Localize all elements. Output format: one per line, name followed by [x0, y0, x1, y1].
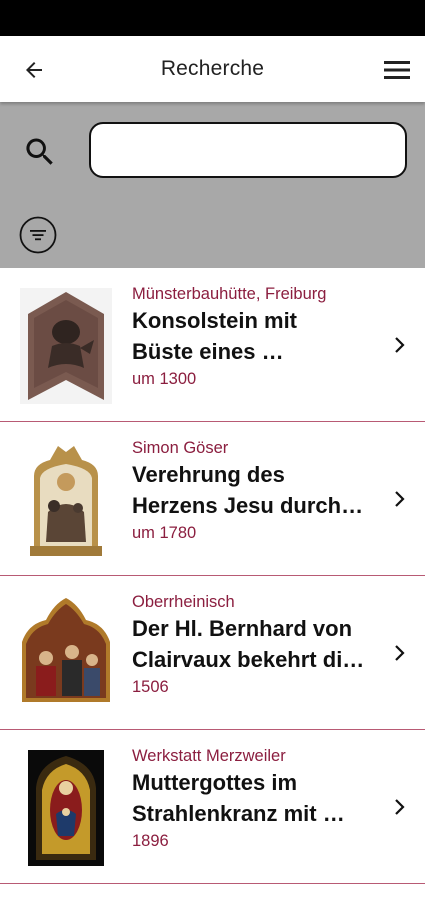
artwork-thumbnail: [20, 750, 112, 866]
chevron-right-icon: [389, 643, 409, 663]
chevron-right-icon: [389, 335, 409, 355]
list-item[interactable]: Münsterbauhütte, Freiburg Konsolstein mi…: [0, 268, 425, 422]
arrow-back-icon[interactable]: [18, 54, 50, 86]
artwork-title: Verehrung des Herzens Jesu durch…: [132, 459, 382, 521]
hamburger-menu-icon[interactable]: [383, 56, 411, 84]
date-label: 1506: [132, 678, 169, 696]
artwork-thumbnail: [20, 288, 112, 404]
artwork-title-line: Herzens Jesu durch…: [132, 493, 364, 518]
artwork-title: Konsolstein mit Büste eines …: [132, 305, 382, 367]
page-title: Recherche: [160, 57, 265, 80]
filter-icon[interactable]: [19, 216, 57, 254]
list-item[interactable]: Simon Göser Verehrung des Herzens Jesu d…: [0, 422, 425, 576]
artist-label: Simon Göser: [132, 439, 229, 457]
artwork-title-line: Verehrung des: [132, 462, 285, 487]
artwork-title-line: Muttergottes im: [132, 770, 297, 795]
search-input[interactable]: [89, 122, 407, 178]
list-item[interactable]: Oberrheinisch Der Hl. Bernhard von Clair…: [0, 576, 425, 730]
status-bar: [0, 0, 425, 36]
chevron-right-icon: [389, 489, 409, 509]
artist-label: Oberrheinisch: [132, 593, 235, 611]
artwork-title-line: Der Hl. Bernhard von: [132, 616, 353, 641]
date-label: 1896: [132, 832, 169, 850]
search-icon[interactable]: [22, 134, 58, 170]
date-label: um 1780: [132, 524, 197, 542]
artwork-title-line: Büste eines …: [132, 339, 284, 364]
artwork-title-line: Clairvaux bekehrt di…: [132, 647, 365, 672]
artwork-title: Der Hl. Bernhard von Clairvaux bekehrt d…: [132, 613, 382, 675]
artwork-thumbnail: [20, 442, 112, 558]
artwork-title-line: Konsolstein mit: [132, 308, 298, 333]
app-bar: Recherche: [0, 36, 425, 102]
artist-label: Münsterbauhütte, Freiburg: [132, 285, 327, 303]
chevron-right-icon: [389, 797, 409, 817]
artwork-title: Muttergottes im Strahlenkranz mit …: [132, 767, 382, 829]
artist-label: Werkstatt Merzweiler: [132, 747, 286, 765]
list-item[interactable]: Werkstatt Merzweiler Muttergottes im Str…: [0, 730, 425, 884]
results-list: Münsterbauhütte, Freiburg Konsolstein mi…: [0, 268, 425, 884]
date-label: um 1300: [132, 370, 197, 388]
artwork-title-line: Strahlenkranz mit …: [132, 801, 345, 826]
search-panel: [0, 102, 425, 268]
artwork-thumbnail: [20, 594, 112, 710]
